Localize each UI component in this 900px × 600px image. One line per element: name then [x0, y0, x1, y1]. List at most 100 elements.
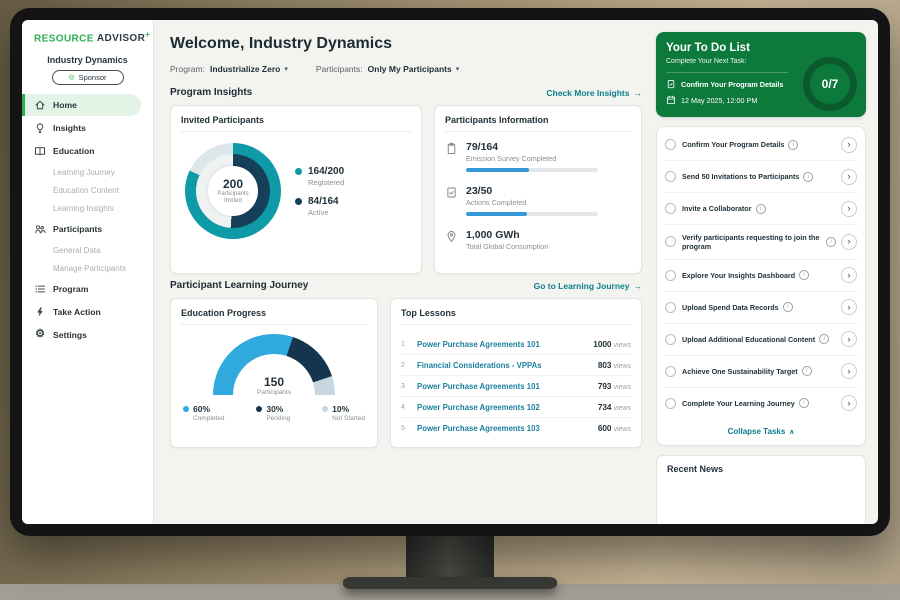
chevron-right-icon[interactable]: › — [841, 267, 857, 283]
legend-label: Active — [308, 208, 339, 217]
task-checkbox[interactable] — [665, 366, 676, 377]
go-to-learning-journey-link[interactable]: Go to Learning Journey → — [534, 281, 642, 291]
info-icon[interactable]: i — [803, 172, 813, 182]
info-icon[interactable]: i — [819, 334, 829, 344]
chevron-right-icon[interactable]: › — [841, 137, 857, 153]
monitor-bezel: RESOURCEADVISOR+ Industry Dynamics ◎ Spo… — [10, 8, 890, 536]
invited-donut-center: 200 Participants Invited — [208, 166, 258, 216]
task-checkbox[interactable] — [665, 236, 676, 247]
sidebar-item-education[interactable]: Education — [22, 140, 153, 162]
stat-label: Emission Survey Completed — [466, 154, 598, 163]
chevron-right-icon[interactable]: › — [841, 201, 857, 217]
chevron-right-icon[interactable]: › — [841, 395, 857, 411]
todo-panel: Your To Do List Complete Your Next Task:… — [656, 20, 878, 524]
chevron-right-icon[interactable]: › — [841, 363, 857, 379]
page-title: Welcome, Industry Dynamics — [170, 35, 642, 53]
lesson-row: 5 Power Purchase Agreements 103 600views — [401, 418, 631, 438]
task-row-achieve-target[interactable]: Achieve One Sustainability Target i › — [665, 356, 857, 388]
lesson-link[interactable]: Power Purchase Agreements 102 — [417, 403, 591, 412]
participants-filter[interactable]: Participants: Only My Participants ▾ — [316, 64, 459, 74]
sidebar-item-manage-participants[interactable]: Manage Participants — [22, 259, 153, 277]
info-icon[interactable]: i — [788, 140, 798, 150]
lesson-link[interactable]: Power Purchase Agreements 103 — [417, 424, 591, 433]
task-checkbox[interactable] — [665, 139, 676, 150]
participants-filter-label: Participants: — [316, 64, 363, 74]
chevron-right-icon[interactable]: › — [841, 169, 857, 185]
sidebar-item-general-data[interactable]: General Data — [22, 241, 153, 259]
task-row-explore-insights[interactable]: Explore Your Insights Dashboard i › — [665, 260, 857, 292]
task-row-confirm-program[interactable]: Confirm Your Program Details i › — [665, 129, 857, 161]
stat-label: Total Global Consumption — [466, 242, 548, 251]
lesson-link[interactable]: Power Purchase Agreements 101 — [417, 340, 586, 349]
chevron-down-icon: ▾ — [456, 65, 460, 73]
task-row-verify-participants[interactable]: Verify participants requesting to join t… — [665, 225, 857, 260]
task-label: Upload Spend Data Records — [682, 303, 779, 312]
nav-label-take-action: Take Action — [53, 307, 101, 317]
sidebar-item-insights[interactable]: Insights — [22, 117, 153, 139]
lesson-link[interactable]: Power Purchase Agreements 101 — [417, 382, 591, 391]
legend-dot — [295, 198, 302, 205]
task-label: Invite a Collaborator — [682, 204, 752, 213]
program-filter[interactable]: Program: Industrialize Zero ▾ — [170, 64, 288, 74]
todo-progress-ring: 0/7 — [803, 57, 857, 111]
task-row-upload-spend-data[interactable]: Upload Spend Data Records i › — [665, 292, 857, 324]
legend-label: Completed — [193, 415, 224, 422]
info-icon[interactable]: i — [783, 302, 793, 312]
sidebar-item-program[interactable]: Program — [22, 278, 153, 300]
info-icon[interactable]: i — [799, 398, 809, 408]
collapse-tasks-link[interactable]: Collapse Tasks∧ — [665, 419, 857, 441]
check-more-insights-link[interactable]: Check More Insights → — [546, 88, 642, 98]
stat-emission-survey: 79/164 Emission Survey Completed — [445, 141, 631, 172]
task-checkbox[interactable] — [665, 203, 676, 214]
info-icon[interactable]: i — [802, 366, 812, 376]
sidebar-item-home[interactable]: Home — [22, 94, 141, 116]
info-icon[interactable]: i — [826, 237, 836, 247]
sidebar-item-participants[interactable]: Participants — [22, 218, 153, 240]
lesson-row: 4 Power Purchase Agreements 102 734views — [401, 397, 631, 418]
gauge-center: 150 Participants — [213, 376, 335, 396]
chevron-right-icon[interactable]: › — [841, 299, 857, 315]
sidebar-item-learning-insights[interactable]: Learning Insights — [22, 199, 153, 217]
participants-information-card: Participants Information 79/164 Emission… — [434, 105, 642, 274]
task-checkbox[interactable] — [665, 171, 676, 182]
task-row-send-invitations[interactable]: Send 50 Invitations to Participants i › — [665, 161, 857, 193]
photo-background: RESOURCEADVISOR+ Industry Dynamics ◎ Spo… — [0, 0, 900, 600]
gauge-value: 150 — [213, 376, 335, 389]
todo-next-task[interactable]: Confirm Your Program Details — [666, 72, 788, 89]
people-icon — [34, 223, 46, 235]
task-checkbox[interactable] — [665, 302, 676, 313]
education-progress-card: Education Progress 150 Participants 60 — [170, 298, 378, 448]
task-row-complete-learning-journey[interactable]: Complete Your Learning Journey i › — [665, 388, 857, 419]
sidebar-item-education-content[interactable]: Education Content — [22, 181, 153, 199]
legend-label: Not Started — [332, 415, 365, 422]
education-legend: 60% Completed 30% Pending 10% Not Starte… — [181, 402, 367, 422]
sidebar-item-learning-journey[interactable]: Learning Journey — [22, 163, 153, 181]
gear-icon: ⚙ — [34, 329, 46, 340]
info-icon[interactable]: i — [799, 270, 809, 280]
insights-cards-row: Invited Participants 200 Participants In… — [170, 105, 642, 274]
chevron-right-icon[interactable]: › — [841, 234, 857, 250]
progress-bar — [466, 212, 598, 216]
participants-filter-value: Only My Participants — [368, 64, 452, 74]
nav-label-education: Education — [53, 146, 95, 156]
home-icon — [34, 99, 46, 111]
nav-label-manage-participants: Manage Participants — [53, 264, 126, 273]
task-checkbox[interactable] — [665, 270, 676, 281]
invited-center-value: 200 — [223, 177, 243, 191]
task-checkbox[interactable] — [665, 398, 676, 409]
chevron-right-icon[interactable]: › — [841, 331, 857, 347]
task-row-upload-educational-content[interactable]: Upload Additional Educational Content i … — [665, 324, 857, 356]
bolt-icon — [34, 306, 46, 318]
sponsor-badge[interactable]: ◎ Sponsor — [52, 70, 124, 85]
legend-value: 84/164 — [308, 196, 339, 207]
section-title-program-insights: Program Insights — [170, 87, 252, 98]
task-row-invite-collaborator[interactable]: Invite a Collaborator i › — [665, 193, 857, 225]
progress-bar-fill — [466, 168, 529, 172]
task-checkbox[interactable] — [665, 334, 676, 345]
recent-news-header: Recent News — [656, 455, 866, 524]
lesson-link[interactable]: Financial Considerations - VPPAs — [417, 361, 591, 370]
sidebar-item-settings[interactable]: ⚙ Settings — [22, 324, 153, 345]
top-lessons-card: Top Lessons 1 Power Purchase Agreements … — [390, 298, 642, 448]
sidebar-item-take-action[interactable]: Take Action — [22, 301, 153, 323]
info-icon[interactable]: i — [756, 204, 766, 214]
